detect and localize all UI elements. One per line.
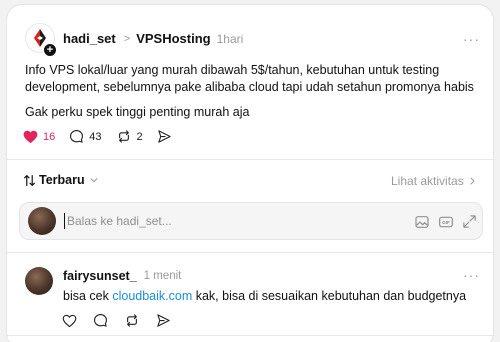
thread-card: + hadi_set > VPSHosting 1hari ··· Info V… — [6, 4, 495, 342]
post-body-line1: Info VPS lokal/luar yang murah dibawah 5… — [25, 63, 440, 77]
reply-input[interactable]: Balas ke hadi_set... — [67, 214, 172, 228]
comment-button[interactable]: 43 — [69, 129, 102, 144]
sort-dropdown[interactable]: Terbaru — [23, 173, 99, 187]
sort-arrows-icon — [24, 174, 35, 186]
comment-link[interactable]: cloudbaik.com — [112, 289, 192, 303]
post-header: hadi_set > VPSHosting 1hari — [63, 31, 243, 46]
divider — [7, 159, 495, 160]
repost-count: 2 — [136, 130, 143, 143]
divider — [7, 335, 495, 336]
divider — [7, 252, 495, 253]
post-time: 1hari — [216, 31, 244, 46]
image-icon[interactable] — [414, 214, 430, 230]
send-icon — [157, 314, 170, 327]
comment-text-after: kak, bisa di sesuaikan kebutuhan dan bud… — [192, 289, 467, 303]
repost-icon — [118, 130, 129, 143]
post-actions: 16 43 2 — [23, 129, 186, 144]
comment-avatar[interactable] — [25, 267, 53, 295]
comment-bubble-icon — [94, 314, 107, 327]
activity-link-label: Lihat aktivitas — [391, 174, 464, 188]
share-button[interactable] — [157, 129, 172, 144]
comment-actions — [62, 313, 185, 328]
post-body-line2: development, sebelumnya pake alibaba clo… — [25, 80, 474, 94]
heart-filled-icon — [23, 130, 38, 143]
my-avatar — [28, 207, 56, 235]
community-name[interactable]: VPSHosting — [136, 31, 210, 46]
send-icon — [157, 130, 171, 143]
repost-button[interactable]: 2 — [116, 129, 143, 144]
expand-icon[interactable] — [462, 214, 477, 229]
comment-time: 1 menit — [143, 270, 182, 282]
chevron-right-icon — [470, 177, 475, 185]
comment-body: bisa cek cloudbaik.com kak, bisa di sesu… — [63, 288, 466, 304]
comment-more-icon[interactable]: ··· — [463, 267, 480, 283]
sort-label: Terbaru — [39, 173, 85, 187]
post-more-icon[interactable]: ··· — [463, 31, 480, 47]
like-button[interactable]: 16 — [23, 130, 55, 144]
comment-like-button[interactable] — [62, 314, 77, 328]
activity-link[interactable]: Lihat aktivitas — [391, 174, 477, 188]
comment-repost-button[interactable] — [124, 313, 140, 328]
comment-reply-button[interactable] — [93, 313, 108, 328]
like-count: 16 — [43, 130, 56, 143]
gif-icon[interactable]: GIF — [438, 214, 454, 230]
post-username[interactable]: hadi_set — [63, 31, 116, 46]
heart-outline-icon — [62, 314, 77, 327]
comment-text-before: bisa cek — [63, 289, 113, 303]
comment-share-button[interactable] — [156, 313, 171, 328]
comment-header: fairysunset_ 1 menit — [63, 269, 181, 283]
comment-username[interactable]: fairysunset_ — [63, 269, 137, 283]
repost-icon — [127, 314, 137, 327]
post-body-line3: Gak perku spek tinggi penting murah aja — [25, 105, 250, 119]
breadcrumb-chevron-icon: > — [123, 32, 131, 45]
comment-bubble-icon — [70, 130, 84, 143]
reply-composer[interactable]: Balas ke hadi_set... GIF — [19, 202, 483, 240]
follow-plus-icon[interactable]: + — [43, 43, 57, 57]
chevron-down-icon — [90, 178, 98, 183]
svg-text:GIF: GIF — [442, 220, 450, 225]
comment-count: 43 — [89, 130, 102, 143]
text-cursor — [64, 213, 65, 229]
